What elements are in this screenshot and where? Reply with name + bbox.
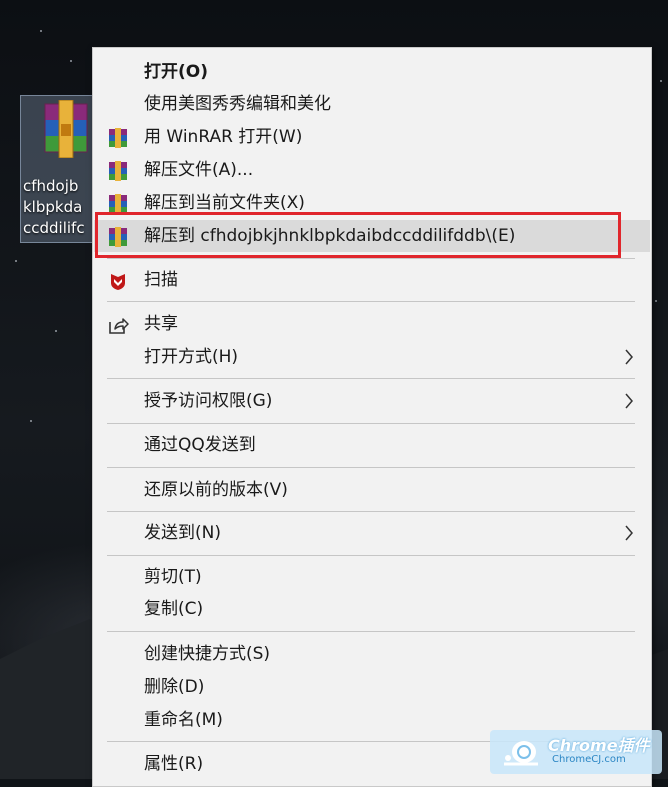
menu-item-meitu-edit[interactable]: 使用美图秀秀编辑和美化	[94, 88, 650, 120]
highlight-annotation-box	[95, 212, 621, 258]
menu-item-label: 通过QQ发送到	[144, 435, 256, 455]
menu-separator	[107, 258, 635, 259]
star	[40, 30, 42, 32]
file-name-label: cfhdojb klbpkda ccddilifc	[23, 177, 85, 237]
watermark: Chrome插件 ChromeCJ.com	[490, 730, 662, 774]
menu-item-grant-access[interactable]: 授予访问权限(G)	[94, 385, 650, 417]
winrar-archive-icon	[44, 100, 88, 158]
menu-item-label: 打开方式(H)	[144, 347, 239, 367]
menu-item-label: 使用美图秀秀编辑和美化	[144, 94, 331, 114]
menu-separator	[107, 423, 635, 424]
star	[55, 330, 57, 332]
share-icon	[109, 318, 129, 334]
snail-logo-icon	[504, 741, 538, 766]
desktop-rar-file[interactable]: cfhdojb klbpkda ccddilifc	[20, 95, 100, 243]
menu-item-cut[interactable]: 剪切(T)	[94, 561, 650, 593]
menu-item-open-with[interactable]: 打开方式(H)	[94, 341, 650, 373]
menu-item-share[interactable]: 共享	[94, 308, 650, 340]
watermark-domain: ChromeCJ.com	[552, 754, 626, 765]
star	[30, 420, 32, 422]
menu-item-create-shortcut[interactable]: 创建快捷方式(S)	[94, 638, 650, 670]
menu-separator	[107, 378, 635, 379]
menu-item-restore-previous-versions[interactable]: 还原以前的版本(V)	[94, 474, 650, 506]
menu-item-copy[interactable]: 复制(C)	[94, 593, 650, 625]
menu-item-open[interactable]: 打开(O)	[94, 56, 650, 88]
menu-item-label: 用 WinRAR 打开(W)	[144, 127, 303, 147]
menu-item-winrar-open[interactable]: 用 WinRAR 打开(W)	[94, 121, 650, 153]
mcafee-shield-icon	[111, 274, 125, 290]
menu-item-label: 发送到(N)	[144, 523, 221, 543]
star	[660, 80, 662, 82]
menu-item-extract-files[interactable]: 解压文件(A)...	[94, 154, 650, 186]
star	[70, 60, 72, 62]
menu-separator	[107, 467, 635, 468]
menu-separator	[107, 511, 635, 512]
menu-item-label: 授予访问权限(G)	[144, 391, 273, 411]
chevron-right-icon	[625, 349, 633, 365]
menu-item-label: 剪切(T)	[144, 567, 202, 587]
context-menu: 打开(O) 使用美图秀秀编辑和美化 用 WinRAR 打开(W) 解压文件(A)…	[92, 47, 652, 787]
chevron-right-icon	[625, 525, 633, 541]
watermark-brand: Chrome插件	[548, 736, 650, 755]
menu-item-label: 打开(O)	[144, 62, 208, 82]
menu-item-label: 共享	[144, 314, 178, 334]
menu-separator	[107, 555, 635, 556]
menu-item-label: 复制(C)	[144, 599, 204, 619]
star	[15, 260, 17, 262]
menu-item-label: 解压文件(A)...	[144, 160, 254, 180]
menu-item-label: 属性(R)	[144, 754, 204, 774]
winrar-icon	[109, 161, 127, 181]
menu-item-label: 扫描	[144, 270, 178, 290]
menu-separator	[107, 631, 635, 632]
menu-item-label: 创建快捷方式(S)	[144, 644, 271, 664]
menu-item-label: 删除(D)	[144, 677, 205, 697]
menu-item-send-via-qq[interactable]: 通过QQ发送到	[94, 429, 650, 461]
menu-item-label: 还原以前的版本(V)	[144, 480, 288, 500]
winrar-icon	[109, 128, 127, 148]
menu-item-label: 重命名(M)	[144, 710, 223, 730]
chevron-right-icon	[625, 393, 633, 409]
menu-separator	[107, 301, 635, 302]
menu-item-send-to[interactable]: 发送到(N)	[94, 517, 650, 549]
menu-item-scan[interactable]: 扫描	[94, 264, 650, 296]
menu-item-delete[interactable]: 删除(D)	[94, 671, 650, 703]
star	[655, 300, 657, 302]
